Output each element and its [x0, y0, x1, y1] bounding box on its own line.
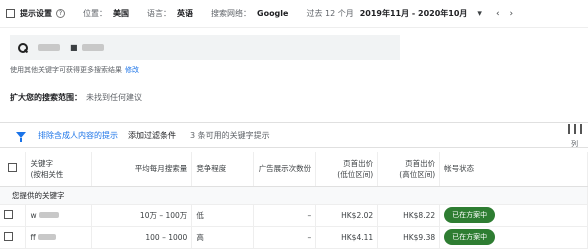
next-icon[interactable]: › — [510, 9, 514, 19]
filter-icon[interactable] — [16, 132, 26, 142]
table-row[interactable]: ff 100 – 1000 高 – HK$4.11 HK$9.38 已在方案中 — [0, 226, 588, 249]
period-label: 过去 12 个月 — [306, 9, 354, 18]
location-label: 位置： — [83, 9, 107, 18]
col-volume[interactable]: 平均每月搜索量 — [91, 152, 193, 187]
add-filter-button[interactable]: 添加过滤条件 — [128, 130, 176, 141]
col-competition[interactable]: 竞争程度 — [191, 152, 255, 187]
caret-down-icon[interactable]: ▾ — [477, 9, 482, 19]
location-value[interactable]: 美国 — [113, 8, 129, 19]
status-badge[interactable]: 已在方案中 — [444, 229, 496, 245]
keyword-table: 关键字 (按相关性 平均每月搜索量 竞争程度 广告展示次数份 页首出价 (低位区… — [0, 152, 588, 249]
search-icon — [18, 42, 28, 53]
period-value[interactable]: 2019年11月 - 2020年10月 — [360, 8, 468, 19]
exclude-adult-filter[interactable]: 排除含成人内容的提示 — [38, 130, 118, 141]
high-bid-cell: HK$9.38 — [377, 226, 441, 249]
keyword-chip — [38, 44, 60, 51]
keyword-chip — [81, 44, 104, 51]
select-all-checkbox[interactable] — [8, 163, 18, 173]
impressions-cell: – — [253, 226, 317, 249]
low-bid-cell: HK$4.11 — [315, 226, 379, 249]
keyword-text: ff — [30, 232, 36, 242]
status-badge[interactable]: 已在方案中 — [444, 207, 496, 223]
expand-value: 未找到任何建议 — [86, 93, 142, 102]
expand-search: 扩大您的搜索范围： 未找到任何建议 — [10, 92, 142, 103]
select-all-cell — [0, 152, 27, 187]
language-value[interactable]: 英语 — [177, 8, 193, 19]
competition-cell: 高 — [191, 226, 255, 249]
col-low-bid[interactable]: 页首出价 (低位区间) — [315, 152, 379, 187]
hint-text: 使用其他关键字可获得更多搜索结果 — [10, 66, 122, 74]
competition-cell: 低 — [191, 204, 255, 227]
row-checkbox[interactable] — [4, 231, 13, 241]
keyword-text: w — [30, 210, 37, 220]
col-keyword[interactable]: 关键字 (按相关性 — [25, 152, 93, 187]
volume-cell: 100 – 1000 — [91, 226, 193, 249]
volume-cell: 10万 – 100万 — [91, 204, 193, 227]
select-all-checkbox[interactable] — [6, 9, 15, 18]
settings-title: 提示设置 — [20, 9, 52, 18]
high-bid-cell: HK$8.22 — [377, 204, 441, 227]
low-bid-cell: HK$2.02 — [315, 204, 379, 227]
keyword-blur — [39, 211, 60, 218]
columns-label: 列 — [571, 140, 578, 148]
col-impressions[interactable]: 广告展示次数份 — [253, 152, 317, 187]
network-value[interactable]: Google — [257, 9, 288, 18]
columns-icon[interactable] — [568, 124, 582, 134]
help-icon[interactable]: ? — [56, 9, 65, 18]
table-row[interactable]: w 10万 – 100万 低 – HK$2.02 HK$8.22 已在方案中 — [0, 204, 588, 227]
search-hint: 使用其他关键字可获得更多搜索结果 修改 — [10, 65, 139, 75]
chip-separator: ■ — [70, 43, 78, 52]
group-label: 您提供的关键字 — [0, 186, 588, 205]
network-label: 搜索网络： — [211, 9, 251, 18]
language-label: 语言： — [147, 9, 171, 18]
expand-label: 扩大您的搜索范围： — [10, 93, 82, 102]
edit-link[interactable]: 修改 — [125, 66, 139, 74]
keyword-search[interactable]: ■ — [10, 35, 400, 60]
keyword-blur — [38, 233, 57, 240]
group-row: 您提供的关键字 — [0, 186, 588, 205]
filter-bar: 排除含成人内容的提示 添加过滤条件 3 条可用的关键字提示 — [0, 122, 588, 148]
row-checkbox[interactable] — [4, 209, 13, 219]
col-status[interactable]: 帐号状态 — [439, 152, 588, 187]
result-count: 3 条可用的关键字提示 — [190, 130, 270, 140]
impressions-cell: – — [253, 204, 317, 227]
col-high-bid[interactable]: 页首出价 (高位区间) — [377, 152, 441, 187]
settings-bar: 提示设置 ? 位置： 美国 语言： 英语 搜索网络： Google 过去 12 … — [0, 0, 588, 28]
prev-icon[interactable]: ‹ — [496, 9, 500, 19]
